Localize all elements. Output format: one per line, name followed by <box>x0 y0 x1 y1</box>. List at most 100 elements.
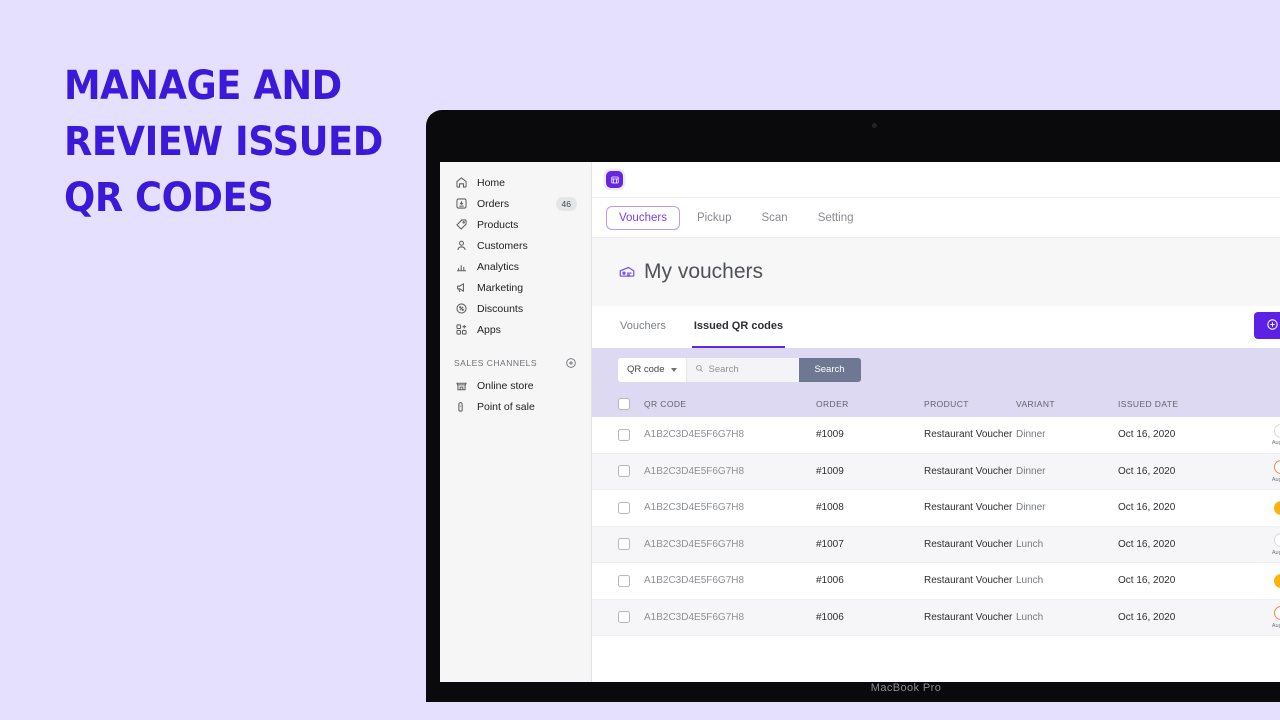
point-of-sale-icon <box>454 400 468 414</box>
discounts-icon <box>454 302 468 316</box>
shopify-sidebar: Home Orders 46 Products Customers Analyt… <box>440 162 592 682</box>
sidebar-divider <box>440 340 591 354</box>
cell-qr-code: A1B2C3D4E5F6G7H8 <box>644 538 745 550</box>
cell-variant: Dinner <box>1016 465 1046 477</box>
cell-qr-code: A1B2C3D4E5F6G7H8 <box>644 465 745 477</box>
checkbox-icon <box>618 465 630 478</box>
table-row[interactable]: A1B2C3D4E5F6G7H8 #1008 Restaurant Voucher D… <box>592 490 1280 527</box>
checkbox-icon <box>618 538 630 551</box>
row-checkbox[interactable] <box>618 465 644 478</box>
status-badge: DISABLED <box>1274 606 1280 620</box>
app-tab-bar: Vouchers Pickup Scan Setting <box>592 198 1280 238</box>
cell-status: ISSUED <box>1214 573 1280 588</box>
customers-icon <box>454 239 468 253</box>
marketing-headline: Manage and Review issued QR codes <box>64 58 383 226</box>
orders-count-badge: 46 <box>555 196 577 211</box>
table-row[interactable]: A1B2C3D4E5F6G7H8 #1006 Restaurant Voucher L… <box>592 563 1280 600</box>
voucher-app: By Wave Commerce Vouchers Pickup Scan Se… <box>592 162 1280 682</box>
status-badge: USED <box>1274 423 1280 438</box>
column-header-product: PRODUCT <box>924 399 969 409</box>
row-checkbox[interactable] <box>618 538 644 551</box>
table-row[interactable]: A1B2C3D4E5F6G7H8 #1006 Restaurant Voucher L… <box>592 599 1280 636</box>
apps-icon <box>454 323 468 337</box>
cell-issued-date: Oct 16, 2020 <box>1118 429 1176 441</box>
app-top-bar: By Wave Commerce <box>592 162 1280 198</box>
cell-status: ISSUED <box>1214 500 1280 515</box>
subtab-issued-qr-codes[interactable]: Issued QR codes <box>691 306 786 348</box>
page-header: My vouchers <box>592 238 1280 306</box>
cell-product: Restaurant Voucher <box>924 465 1013 477</box>
sidebar-item-analytics[interactable]: Analytics <box>448 256 583 277</box>
cell-order: #1009 <box>816 429 844 441</box>
cell-variant: Dinner <box>1016 502 1046 514</box>
tab-setting[interactable]: Setting <box>805 206 867 230</box>
orders-icon <box>454 197 468 211</box>
status-badge: DISABLED <box>1274 460 1280 474</box>
cell-issued-date: Oct 16, 2020 <box>1118 611 1176 623</box>
cell-product: Restaurant Voucher <box>924 538 1013 550</box>
cell-order: #1006 <box>816 575 844 587</box>
chevron-down-icon <box>670 367 677 372</box>
filter-toolbar: QR code Search Search Export <box>592 348 1280 391</box>
tab-pickup[interactable]: Pickup <box>684 206 745 230</box>
cell-status: DISABLED Aug 21, 2020, 3:27 PM <box>1214 460 1280 483</box>
sidebar-item-label: Online store <box>477 379 534 392</box>
sidebar-item-point-of-sale[interactable]: Point of sale <box>448 396 583 417</box>
table-row[interactable]: A1B2C3D4E5F6G7H8 #1009 Restaurant Voucher D… <box>592 453 1280 490</box>
cell-product: Restaurant Voucher <box>924 575 1013 587</box>
column-header-order: ORDER <box>816 399 849 409</box>
headline-line-1: Manage and <box>64 63 342 109</box>
sidebar-item-apps[interactable]: Apps <box>448 319 583 340</box>
row-checkbox[interactable] <box>618 611 644 624</box>
search-group: QR code Search Search <box>618 357 861 382</box>
table-row[interactable]: A1B2C3D4E5F6G7H8 #1007 Restaurant Voucher L… <box>592 526 1280 563</box>
sidebar-item-online-store[interactable]: Online store <box>448 375 583 396</box>
sidebar-item-marketing[interactable]: Marketing <box>448 277 583 298</box>
sales-channels-header: Sales channels <box>448 354 583 372</box>
headline-line-2: Review issued <box>64 119 383 165</box>
plus-circle-icon[interactable] <box>565 357 577 369</box>
sidebar-item-label: Products <box>477 218 519 231</box>
sidebar-item-orders[interactable]: Orders 46 <box>448 193 583 214</box>
select-all-checkbox[interactable] <box>618 398 644 410</box>
row-checkbox[interactable] <box>618 501 644 514</box>
cell-product: Restaurant Voucher <box>924 502 1013 514</box>
search-field-select[interactable]: QR code <box>618 357 687 382</box>
cell-status: USED Aug 21, 2020, 3:27 PM <box>1214 423 1280 446</box>
sidebar-item-discounts[interactable]: Discounts <box>448 298 583 319</box>
device-label: MacBook Pro <box>870 682 942 694</box>
qr-codes-table-section: QR code Search Search Export <box>592 348 1280 636</box>
marketing-icon <box>454 281 468 295</box>
checkbox-icon <box>618 611 630 624</box>
sidebar-item-label: Analytics <box>477 260 520 273</box>
sidebar-item-home[interactable]: Home <box>448 172 583 193</box>
search-input[interactable]: Search <box>686 357 799 382</box>
screen: Home Orders 46 Products Customers Analyt… <box>440 162 1280 682</box>
cell-order: #1008 <box>816 502 844 514</box>
tab-scan[interactable]: Scan <box>748 206 800 230</box>
wave-commerce-logo[interactable] <box>606 171 623 188</box>
sidebar-item-label: Marketing <box>477 281 524 294</box>
page-title: My vouchers <box>644 260 764 283</box>
cell-issued-date: Oct 16, 2020 <box>1118 538 1176 550</box>
headline-line-3: QR codes <box>64 175 274 221</box>
search-icon <box>695 364 704 376</box>
search-button[interactable]: Search <box>798 357 861 382</box>
row-checkbox[interactable] <box>618 574 644 587</box>
row-checkbox[interactable] <box>618 428 644 441</box>
sidebar-item-customers[interactable]: Customers <box>448 235 583 256</box>
cell-qr-code: A1B2C3D4E5F6G7H8 <box>644 611 745 623</box>
cell-status: USED Aug 21, 2020, 3:27 PM <box>1214 533 1280 556</box>
create-voucher-button[interactable]: Create voucher <box>1254 312 1280 339</box>
search-field-select-value: QR code <box>627 364 665 375</box>
table-header-row: QR CODE ORDER PRODUCT VARIANT ISSUED DAT… <box>592 391 1280 417</box>
sidebar-item-products[interactable]: Products <box>448 214 583 235</box>
cell-variant: Lunch <box>1016 611 1044 623</box>
column-header-status: STATUS <box>1214 399 1280 409</box>
cell-order: #1006 <box>816 611 844 623</box>
analytics-icon <box>454 260 468 274</box>
tab-vouchers[interactable]: Vouchers <box>606 205 680 230</box>
table-row[interactable]: A1B2C3D4E5F6G7H8 #1009 Restaurant Voucher D… <box>592 417 1280 454</box>
checkbox-icon <box>618 574 630 587</box>
subtab-vouchers[interactable]: Vouchers <box>618 306 668 348</box>
